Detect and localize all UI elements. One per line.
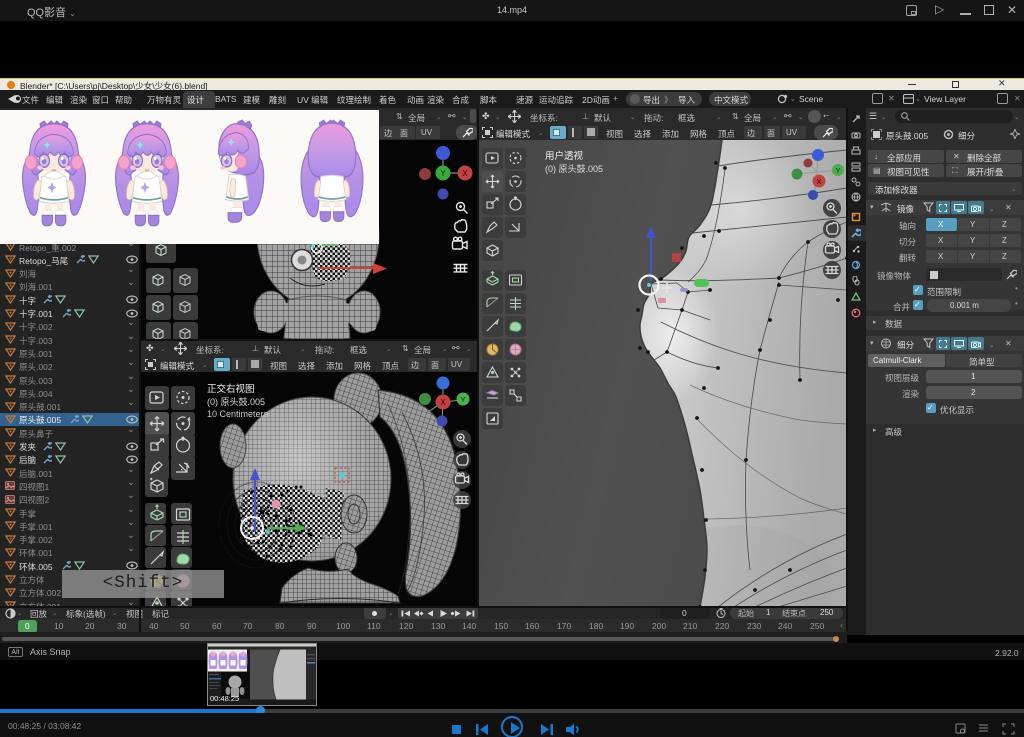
svg-text:X: X [462, 169, 468, 178]
svg-text:X: X [816, 177, 821, 186]
svg-text:Y: Y [460, 395, 465, 404]
svg-text:Y: Y [440, 169, 446, 178]
svg-text:Y: Y [836, 168, 841, 175]
svg-text:X: X [440, 398, 446, 407]
